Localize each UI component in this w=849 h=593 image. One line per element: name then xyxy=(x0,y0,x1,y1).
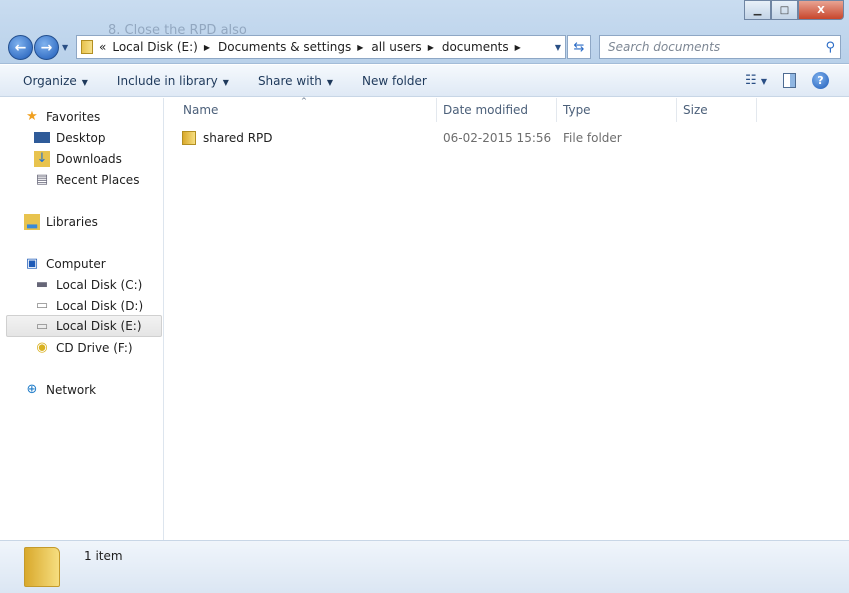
sidebar-item-downloads[interactable]: ↓ Downloads xyxy=(34,148,122,169)
breadcrumb-arrow-icon[interactable]: ▶ xyxy=(204,43,210,52)
navigation-pane: ★ Favorites Desktop ↓ Downloads ▤ Recent Pl… xyxy=(0,98,164,540)
refresh-button[interactable]: ⇆ xyxy=(567,35,591,59)
navigation-buttons: ← → ▼ xyxy=(8,35,68,60)
new-folder-button[interactable]: New folder xyxy=(362,74,427,88)
sidebar-label: Network xyxy=(46,382,97,397)
breadcrumb-documents-settings[interactable]: Documents & settings xyxy=(218,40,351,54)
breadcrumb-arrow-icon[interactable]: ▶ xyxy=(357,43,363,52)
sidebar-label: Favorites xyxy=(46,109,101,124)
file-row[interactable]: shared RPD 06-02-2015 15:56 File folder xyxy=(165,128,765,148)
search-icon[interactable]: ⚲ xyxy=(825,40,835,55)
folder-icon xyxy=(24,547,60,587)
downloads-icon: ↓ xyxy=(34,150,50,167)
sidebar-item-computer[interactable]: ▣ Computer xyxy=(24,253,106,274)
sort-ascending-icon: ^ xyxy=(301,97,307,105)
desktop-icon xyxy=(34,132,50,143)
sidebar-label: Computer xyxy=(46,256,106,271)
sidebar-item-network[interactable]: ⊕ Network xyxy=(24,379,97,400)
column-header-date-modified[interactable]: Date modified xyxy=(437,98,557,122)
sidebar-item-favorites[interactable]: ★ Favorites xyxy=(24,106,100,127)
breadcrumb-local-disk-e[interactable]: Local Disk (E:) xyxy=(112,40,198,54)
sidebar-item-local-disk-e[interactable]: ▭ Local Disk (E:) xyxy=(6,315,162,337)
column-header-type[interactable]: Type xyxy=(557,98,677,122)
drive-icon: ▭ xyxy=(35,318,49,334)
item-count: 1 item xyxy=(84,549,123,563)
sidebar-label: CD Drive (F:) xyxy=(56,340,133,355)
close-button[interactable]: X xyxy=(798,0,844,20)
sidebar-label: Downloads xyxy=(56,151,122,166)
back-button[interactable]: ← xyxy=(8,35,33,60)
computer-icon: ▣ xyxy=(25,256,39,271)
preview-pane-button[interactable] xyxy=(783,73,796,88)
network-icon: ⊕ xyxy=(26,382,38,397)
change-view-button[interactable]: ☷ ▼ xyxy=(745,73,767,88)
maximize-button[interactable]: □ xyxy=(771,0,798,20)
command-bar: Organize ▼ Include in library ▼ Share with… xyxy=(0,65,849,97)
column-label: Name xyxy=(183,103,219,117)
file-list: Name ^ Date modified Type Size shared RPD… xyxy=(165,97,849,540)
breadcrumb-documents[interactable]: documents xyxy=(442,40,509,54)
folder-icon xyxy=(81,40,93,54)
organize-label: Organize xyxy=(23,73,77,88)
forward-button[interactable]: → xyxy=(34,35,59,60)
sidebar-item-recent-places[interactable]: ▤ Recent Places xyxy=(34,169,140,190)
sidebar-label: Local Disk (D:) xyxy=(56,298,144,313)
file-date-modified: 06-02-2015 15:56 xyxy=(443,131,552,145)
cd-drive-icon: ◉ xyxy=(36,340,48,355)
sidebar-label: Recent Places xyxy=(56,172,140,187)
include-in-library-button[interactable]: Include in library ▼ xyxy=(117,74,229,88)
organize-button[interactable]: Organize ▼ xyxy=(23,74,88,88)
share-with-button[interactable]: Share with ▼ xyxy=(258,74,333,88)
details-pane: 1 item xyxy=(0,540,849,593)
drive-icon: ▭ xyxy=(35,298,49,313)
address-history-dropdown[interactable]: ▼ xyxy=(555,43,561,52)
sidebar-item-desktop[interactable]: Desktop xyxy=(34,127,106,148)
help-button[interactable]: ? xyxy=(812,72,829,89)
recent-pages-dropdown[interactable]: ▼ xyxy=(62,43,68,52)
address-bar[interactable]: « Local Disk (E:) ▶ Documents & settings ▶… xyxy=(76,35,566,59)
breadcrumb-arrow-icon[interactable]: ▶ xyxy=(428,43,434,52)
sidebar-item-local-disk-c[interactable]: ▬ Local Disk (C:) xyxy=(34,274,142,295)
locked-folder-icon xyxy=(182,131,196,145)
breadcrumb-overflow[interactable]: « xyxy=(99,40,106,54)
column-header-size[interactable]: Size xyxy=(677,98,757,122)
sidebar-label: Local Disk (C:) xyxy=(56,277,143,292)
sidebar-item-cd-drive-f[interactable]: ◉ CD Drive (F:) xyxy=(34,337,133,358)
breadcrumb-all-users[interactable]: all users xyxy=(371,40,421,54)
sidebar-label: Local Disk (E:) xyxy=(56,319,142,333)
minimize-button[interactable]: ▁ xyxy=(744,0,771,20)
breadcrumb-arrow-icon[interactable]: ▶ xyxy=(515,43,521,52)
sidebar-item-local-disk-d[interactable]: ▭ Local Disk (D:) xyxy=(34,295,143,316)
file-type: File folder xyxy=(563,131,622,145)
recent-places-icon: ▤ xyxy=(35,172,49,187)
star-icon: ★ xyxy=(26,109,38,124)
libraries-icon: ▂ xyxy=(24,213,40,230)
sidebar-label: Libraries xyxy=(46,214,98,229)
search-input[interactable]: Search documents ⚲ xyxy=(599,35,841,59)
sidebar-item-libraries[interactable]: ▂ Libraries xyxy=(24,211,98,232)
column-header-name[interactable]: Name ^ xyxy=(177,97,437,122)
share-label: Share with xyxy=(257,73,322,88)
file-name: shared RPD xyxy=(203,131,273,145)
system-drive-icon: ▬ xyxy=(35,277,49,292)
include-label: Include in library xyxy=(116,73,218,88)
search-placeholder: Search documents xyxy=(608,40,721,54)
sidebar-label: Desktop xyxy=(56,130,106,145)
